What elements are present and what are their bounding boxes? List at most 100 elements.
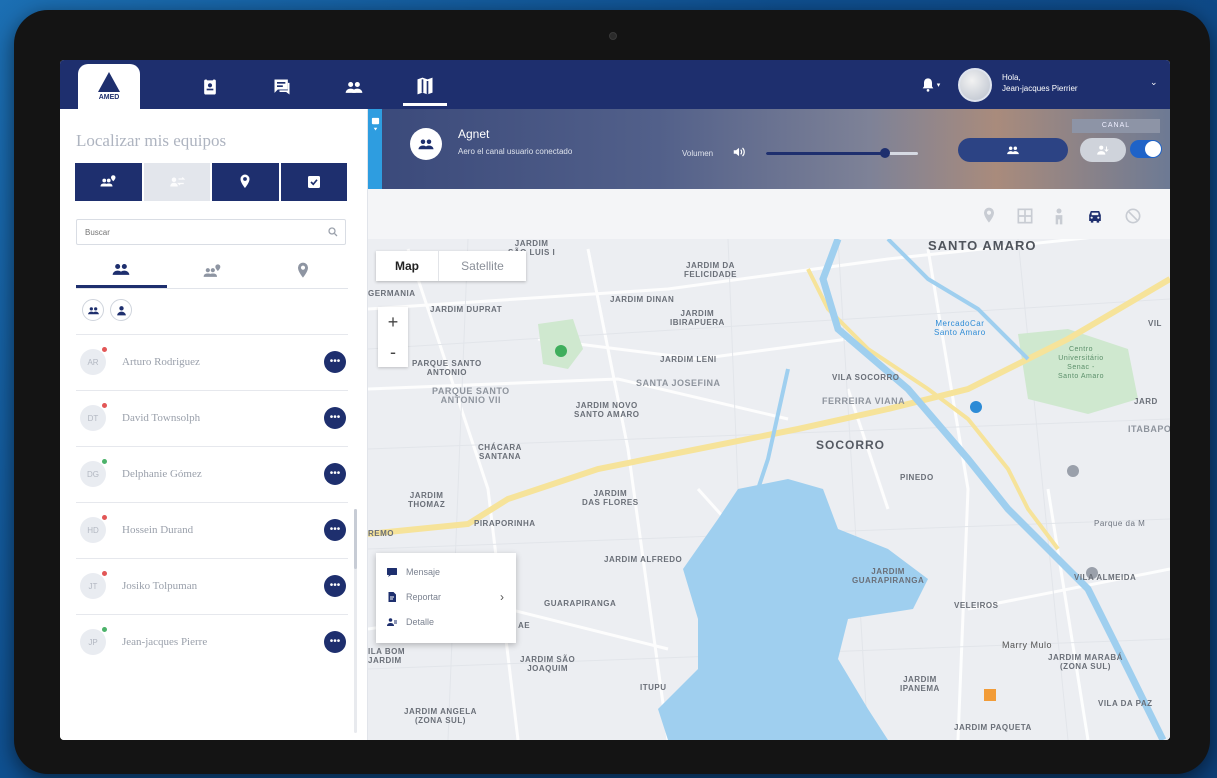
nav-groups[interactable] (332, 68, 376, 106)
map-label-jardim-thomaz: JARDIM THOMAZ (408, 491, 446, 509)
volume-slider-handle[interactable] (879, 148, 890, 158)
list-item[interactable]: JP Jean-jacques Pierre ••• (76, 614, 348, 670)
list-item[interactable]: AR Arturo Rodriguez ••• (76, 334, 348, 390)
check-box-icon (307, 176, 320, 188)
tab-group-locations[interactable] (167, 253, 258, 288)
status-dot (102, 347, 107, 352)
map-label-jardim-dupret: JARDIM DUPRAT (430, 305, 503, 314)
list-scrollbar-thumb[interactable] (354, 509, 357, 569)
group-pin-icon (203, 263, 221, 277)
search-box (76, 219, 346, 245)
user-list: AR Arturo Rodriguez ••• DT David Townsol… (76, 334, 348, 670)
map-label-parque-santo-antonio: PARQUE SANTO ANTONIO (412, 359, 482, 377)
volume-label: Volumen (682, 149, 714, 158)
panel-collapse-tab[interactable] (368, 109, 382, 189)
map-label-pinedo: PINEDO (900, 473, 934, 482)
avatar: HD (80, 517, 106, 543)
avatar: JT (80, 573, 106, 599)
location-pin-icon (984, 207, 994, 223)
map-type-satellite-button[interactable]: Satellite (438, 251, 526, 281)
list-item[interactable]: DG Delphanie Gómez ••• (76, 446, 348, 502)
list-item[interactable]: HD Hossein Durand ••• (76, 502, 348, 558)
map-label-guarapiranga: GUARAPIRANGA (544, 599, 617, 608)
map-type-selector: Map Satellite (376, 251, 526, 281)
user-name: David Townsolph (122, 412, 201, 424)
status-dot (102, 515, 107, 520)
avatar: AR (80, 349, 106, 375)
tab-places[interactable] (257, 253, 348, 288)
map-label-jardim-ibirapuera: JARDIM IBIRAPUERA (670, 309, 725, 327)
more-options-button[interactable]: ••• (324, 519, 346, 541)
more-options-button[interactable]: ••• (324, 463, 346, 485)
user-greeting[interactable]: Hola, Jean-jacques Pierrier (1002, 72, 1078, 94)
map-context-menu: Mensaje Reportar › Detalle (376, 553, 516, 643)
bell-caret-icon: ▾ (936, 82, 941, 89)
tool-disable-button[interactable] (1122, 205, 1144, 227)
user-avatar[interactable] (958, 68, 992, 102)
mode-group-location-button[interactable] (75, 163, 142, 201)
context-menu-label: Mensaje (406, 566, 441, 577)
group-talk-button[interactable] (958, 138, 1068, 162)
map-type-map-button[interactable]: Map (376, 251, 438, 281)
nav-contacts[interactable] (188, 68, 232, 106)
nav-map[interactable] (403, 68, 447, 106)
tool-area-button[interactable] (1014, 205, 1036, 227)
context-menu-report[interactable]: Reportar › (376, 584, 516, 609)
map-label-marry-mulo: Marry Mulo (1002, 640, 1053, 650)
search-icon[interactable] (327, 226, 339, 238)
map-toolbar (368, 189, 1170, 239)
group-icon (1007, 146, 1019, 155)
map-label-jardim-das-flores: JARDIM DAS FLORES (582, 489, 639, 507)
mode-location-button[interactable] (212, 163, 279, 201)
filter-single-user-chip[interactable] (110, 299, 132, 321)
channel-subtitle: Aero el canal usuario conectado (458, 147, 573, 156)
map-label-veleiros: VELEIROS (954, 601, 999, 610)
tab-users[interactable] (76, 253, 167, 288)
search-input[interactable] (77, 220, 317, 244)
more-options-button[interactable]: ••• (324, 407, 346, 429)
tool-person-button[interactable] (1048, 205, 1070, 227)
channel-name: Agnet (458, 127, 490, 141)
zoom-out-button[interactable]: - (378, 337, 408, 367)
tool-place-button[interactable] (978, 205, 1000, 227)
logo-text: AMED (98, 94, 120, 101)
brand-logo[interactable]: AMED (78, 64, 140, 109)
map-label-itupu: ITUPU (640, 683, 667, 692)
panel-title: Localizar mis equipos (76, 131, 227, 150)
more-options-button[interactable]: ••• (324, 351, 346, 373)
users-icon (87, 306, 99, 314)
contact-card-icon (204, 77, 216, 95)
nav-messages[interactable] (260, 68, 304, 106)
sub-tabs (76, 253, 348, 289)
zoom-in-button[interactable]: + (378, 307, 408, 337)
user-transfer-icon (1097, 145, 1109, 155)
tool-vehicle-button[interactable] (1084, 205, 1106, 227)
context-menu-message[interactable]: Mensaje (376, 559, 516, 584)
context-menu-detail[interactable]: Detalle (376, 609, 516, 634)
map-label-santa-josefina: SANTA JOSEFINA (636, 378, 721, 388)
more-options-button[interactable]: ••• (324, 575, 346, 597)
mode-vehicle-button[interactable] (143, 163, 210, 201)
user-menu-chevron-icon[interactable]: ⌄ (1150, 77, 1158, 88)
mode-checklist-button[interactable] (280, 163, 347, 201)
channel-toggle-switch[interactable] (1130, 140, 1162, 158)
speaker-icon[interactable] (732, 145, 746, 159)
report-icon (388, 591, 396, 602)
more-options-button[interactable]: ••• (324, 631, 346, 653)
map-label-santo-amaro: SANTO AMARO (928, 238, 1037, 253)
map-view[interactable]: SANTO AMARO SOCORRO JARDIM SÃO LUIS I JA… (368, 189, 1170, 740)
list-item[interactable]: DT David Townsolph ••• (76, 390, 348, 446)
list-item[interactable]: JT Josiko Tolpuman ••• (76, 558, 348, 614)
volume-slider-fill (766, 152, 885, 155)
switch-knob (1145, 141, 1161, 157)
user-channel-button[interactable] (1080, 138, 1126, 162)
map-label-jard: JARD (1134, 397, 1158, 406)
canal-label: CANAL (1072, 119, 1160, 133)
filter-groups-chip[interactable] (82, 299, 104, 321)
map-label-chacara-santana: CHÁCARA SANTANA (478, 443, 522, 461)
context-menu-label: Reportar (406, 591, 442, 602)
user-name-text: Jean-jacques Pierrier (1002, 84, 1078, 93)
map-label-jardim-maraba: JARDIM MARABÁ (ZONA SUL) (1048, 653, 1123, 671)
map-label-jardim-novo-santo-amaro: JARDIM NOVO SANTO AMARO (574, 401, 640, 419)
notifications-bell[interactable]: ▾ (918, 74, 942, 96)
